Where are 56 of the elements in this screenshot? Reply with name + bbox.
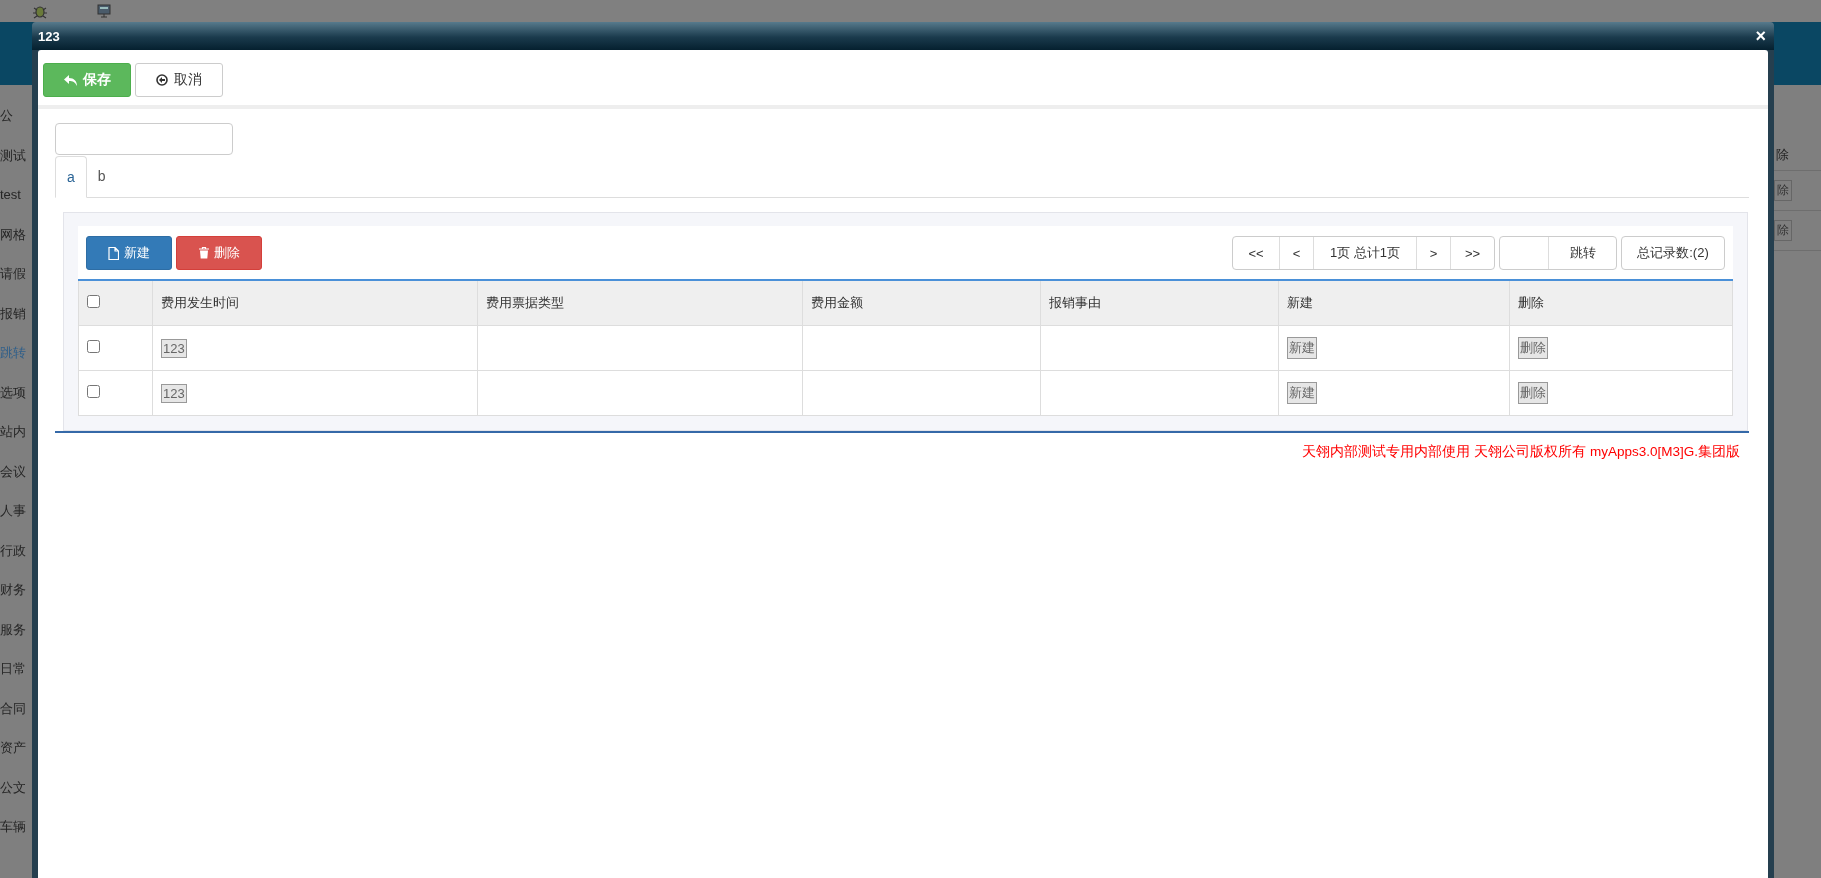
- column-header: 删除: [1509, 280, 1733, 326]
- sidebar-item[interactable]: 行政: [0, 538, 36, 578]
- tab[interactable]: b: [86, 156, 117, 197]
- column-header: 费用票据类型: [477, 280, 803, 326]
- cell-button[interactable]: 删除: [1518, 337, 1548, 359]
- first-page-button[interactable]: <<: [1233, 237, 1279, 269]
- column-header: 费用金额: [802, 280, 1041, 326]
- cell-button[interactable]: 新建: [1287, 382, 1317, 404]
- bug-icon[interactable]: [32, 3, 48, 19]
- cell-button[interactable]: 删除: [1518, 382, 1548, 404]
- sidebar-item[interactable]: 日常: [0, 657, 36, 697]
- last-page-button[interactable]: >>: [1450, 237, 1494, 269]
- file-icon: [108, 246, 119, 260]
- next-page-button[interactable]: >: [1416, 237, 1450, 269]
- delete-button[interactable]: 除: [1774, 220, 1792, 241]
- sidebar-item[interactable]: 车辆: [0, 815, 36, 855]
- trash-icon: [198, 247, 209, 259]
- monitor-icon[interactable]: [96, 3, 112, 19]
- page-info: 1页 总计1页: [1313, 237, 1416, 269]
- delete-button[interactable]: 除: [1774, 180, 1792, 201]
- sidebar-item[interactable]: 服务: [0, 617, 36, 657]
- sidebar-item[interactable]: 选项: [0, 380, 36, 420]
- cell-button[interactable]: 新建: [1287, 337, 1317, 359]
- column-header: 费用发生时间: [152, 280, 478, 326]
- sidebar-item[interactable]: 会议: [0, 459, 36, 499]
- select-all-checkbox[interactable]: [87, 295, 100, 308]
- sidebar-item[interactable]: 公文: [0, 775, 36, 815]
- sidebar-item[interactable]: 测试: [0, 143, 36, 183]
- cancel-button[interactable]: 取消: [135, 63, 223, 97]
- sidebar-item[interactable]: 网格: [0, 222, 36, 262]
- save-button[interactable]: 保存: [43, 63, 131, 97]
- window-title: 123: [38, 28, 60, 44]
- sidebar-item[interactable]: 财务: [0, 578, 36, 618]
- tab[interactable]: a: [55, 156, 87, 198]
- sidebar-item[interactable]: 人事: [0, 499, 36, 539]
- input-field[interactable]: [55, 123, 233, 155]
- close-icon[interactable]: ×: [1755, 27, 1766, 45]
- delete-button[interactable]: 删除: [176, 236, 262, 270]
- sidebar-item[interactable]: 站内: [0, 420, 36, 460]
- cell-button[interactable]: 123: [161, 383, 187, 403]
- row-checkbox[interactable]: [87, 385, 100, 398]
- sidebar-item[interactable]: test: [0, 183, 36, 223]
- sidebar-item[interactable]: 资产: [0, 736, 36, 776]
- cell-button[interactable]: 123: [161, 338, 187, 358]
- total-records: 总记录数:(2): [1636, 244, 1710, 262]
- column-header: 新建: [1278, 280, 1510, 326]
- sidebar-item[interactable]: 请假: [0, 262, 36, 302]
- column-header: 报销事由: [1040, 280, 1279, 326]
- reply-arrow-icon: [63, 74, 77, 86]
- sidebar-item[interactable]: 公: [0, 104, 36, 144]
- sidebar-item[interactable]: 合同: [0, 696, 36, 736]
- sidebar-item[interactable]: 报销: [0, 301, 36, 341]
- new-button[interactable]: 新建: [86, 236, 172, 270]
- previous-page-button[interactable]: <: [1279, 237, 1313, 269]
- copyright-text: 天翎内部测试专用内部使用 天翎公司版权所有 myApps3.0[M3]G.集团版: [1301, 443, 1741, 461]
- row-checkbox[interactable]: [87, 340, 100, 353]
